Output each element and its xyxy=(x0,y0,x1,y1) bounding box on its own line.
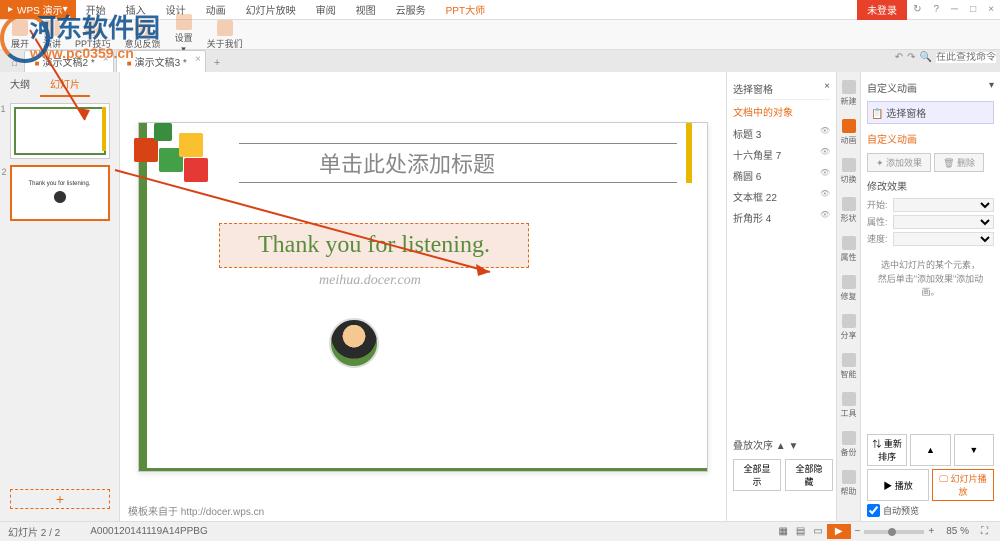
ribbon-tips[interactable]: PPT技巧 xyxy=(69,20,117,50)
undo-icon[interactable]: ↶ xyxy=(895,52,903,63)
slide-border xyxy=(139,468,707,471)
menu-tabs: 开始 插入 设计 动画 幻灯片放映 审阅 视图 云服务 PPT大师 xyxy=(76,0,495,20)
select-pane-title: 选择窗格 xyxy=(733,81,773,96)
thank-text: Thank you for listening. xyxy=(228,232,520,259)
avatar-image[interactable] xyxy=(329,318,379,368)
object-item[interactable]: 十六角星 7 xyxy=(733,144,830,165)
thumb-number: 2 xyxy=(2,167,7,177)
tab-view[interactable]: 视图 xyxy=(346,0,386,20)
tab-start[interactable]: 开始 xyxy=(76,0,116,20)
ribbon-feedback[interactable]: 意见反馈 xyxy=(119,20,167,50)
add-doctab-icon[interactable]: + xyxy=(208,54,226,72)
home-tab-icon[interactable]: ⌂ xyxy=(5,54,24,72)
subtitle-text[interactable]: meihua.docer.com xyxy=(319,273,421,289)
start-select[interactable] xyxy=(893,198,994,212)
tool-new[interactable]: 新建 xyxy=(840,80,858,107)
sorter-view-icon[interactable]: ▤ xyxy=(792,524,809,539)
tool-share[interactable]: 分享 xyxy=(840,314,858,341)
search-icon: 🔍 xyxy=(920,52,932,63)
tool-smart[interactable]: 智能 xyxy=(840,353,858,380)
slides-tab[interactable]: 幻灯片 xyxy=(40,72,90,97)
template-source-label: 模板来自于 http://docer.wps.cn xyxy=(128,503,264,518)
modify-effect-label: 修改效果 xyxy=(867,176,994,195)
slideshow-button[interactable]: 🖵 幻灯片播放 xyxy=(932,469,994,501)
template-id: A000120141119A14PPBG xyxy=(90,526,208,537)
ribbon-about[interactable]: 关于我们 xyxy=(201,20,249,50)
present-button[interactable]: ▶ xyxy=(827,524,851,539)
reading-view-icon[interactable]: ▭ xyxy=(809,524,826,539)
tool-repair[interactable]: 修复 xyxy=(840,275,858,302)
up-button[interactable]: ▲ xyxy=(910,434,950,466)
zoom-level[interactable]: 85 % xyxy=(946,526,969,537)
anim-panel-title: 自定义动画 xyxy=(867,80,917,95)
minimize-icon[interactable]: ─ xyxy=(945,1,964,18)
animation-hint: 选中幻灯片的某个元素，然后单击"添加效果"添加动画。 xyxy=(867,249,994,310)
doctab-2[interactable]: 演示文稿3 * xyxy=(116,50,206,72)
normal-view-icon[interactable]: ▦ xyxy=(774,524,791,539)
object-item[interactable]: 折角形 4 xyxy=(733,207,830,228)
sync-icon[interactable]: ↻ xyxy=(907,1,927,18)
gift-decoration xyxy=(124,108,244,188)
zoom-out-icon[interactable]: − xyxy=(851,524,865,539)
textbox-selected[interactable]: Thank you for listening. xyxy=(219,223,529,268)
add-slide-button[interactable]: + xyxy=(10,489,110,509)
tab-insert[interactable]: 插入 xyxy=(116,0,156,20)
property-select[interactable] xyxy=(893,215,994,229)
thumb-number: 1 xyxy=(1,104,6,114)
maximize-icon[interactable]: □ xyxy=(964,1,982,18)
slide-thumb-2[interactable]: 2 Thank you for listening. xyxy=(10,165,110,221)
doctab-1[interactable]: 演示文稿2 * xyxy=(24,50,114,72)
tab-animation[interactable]: 动画 xyxy=(196,0,236,20)
add-effect-button[interactable]: ✦ 添加效果 xyxy=(867,153,931,172)
close-pane-icon[interactable]: × xyxy=(824,81,830,96)
title-placeholder[interactable]: 单击此处添加标题 xyxy=(239,143,677,183)
tool-backup[interactable]: 备份 xyxy=(840,431,858,458)
show-all-button[interactable]: 全部显示 xyxy=(733,459,781,491)
speed-select[interactable] xyxy=(893,232,994,246)
object-item[interactable]: 标题 3 xyxy=(733,123,830,144)
fit-icon[interactable]: ⛶ xyxy=(977,524,992,539)
outline-tab[interactable]: 大纲 xyxy=(0,72,40,97)
app-menu-button[interactable]: WPS 演示 ▾ xyxy=(0,0,76,19)
tab-cloud[interactable]: 云服务 xyxy=(386,0,436,20)
tab-pptmaster[interactable]: PPT大师 xyxy=(436,0,495,20)
close-icon[interactable]: × xyxy=(982,1,1000,18)
avatar-icon xyxy=(54,191,66,203)
object-item[interactable]: 椭圆 6 xyxy=(733,165,830,186)
tool-tools[interactable]: 工具 xyxy=(840,392,858,419)
slide-thumb-1[interactable]: 1 xyxy=(10,103,110,159)
command-search-input[interactable] xyxy=(936,52,996,63)
tool-transition[interactable]: 切换 xyxy=(840,158,858,185)
down-button[interactable]: ▼ xyxy=(954,434,994,466)
tool-shape[interactable]: 形状 xyxy=(840,197,858,224)
ribbon-present[interactable]: 演讲 xyxy=(37,20,67,50)
tab-slideshow[interactable]: 幻灯片放映 xyxy=(236,0,306,20)
slide-accent xyxy=(686,123,692,183)
slide-canvas[interactable]: 单击此处添加标题 Thank you for listening. meihua… xyxy=(138,122,708,472)
tool-property[interactable]: 属性 xyxy=(840,236,858,263)
tool-animation[interactable]: 动画 xyxy=(840,119,858,146)
help-icon[interactable]: ? xyxy=(927,1,945,18)
zoom-in-icon[interactable]: + xyxy=(924,524,938,539)
ribbon-expand[interactable]: 展开 xyxy=(5,20,35,50)
zoom-slider[interactable] xyxy=(864,530,924,534)
redo-icon[interactable]: ↷ xyxy=(907,52,915,63)
login-button[interactable]: 未登录 xyxy=(857,0,907,20)
play-button[interactable]: ▶ 播放 xyxy=(867,469,929,501)
tab-review[interactable]: 审阅 xyxy=(306,0,346,20)
hide-all-button[interactable]: 全部隐藏 xyxy=(785,459,833,491)
object-item[interactable]: 文本框 22 xyxy=(733,186,830,207)
select-pane-link[interactable]: 📋 选择窗格 xyxy=(867,101,994,124)
tool-help[interactable]: 帮助 xyxy=(840,470,858,497)
autopreview-checkbox[interactable]: 自动预览 xyxy=(867,504,994,517)
custom-anim-section: 自定义动画 xyxy=(867,128,994,149)
objects-section-label: 文档中的对象 xyxy=(733,100,830,123)
ribbon-settings[interactable]: 设置▾ xyxy=(169,14,199,55)
remove-effect-button[interactable]: 🗑 删除 xyxy=(934,153,984,172)
reorder-button[interactable]: ⇅ 重新排序 xyxy=(867,434,907,466)
slide-counter: 幻灯片 2 / 2 xyxy=(8,524,60,539)
stacking-order-label: 叠放次序 ▲ ▼ xyxy=(733,434,833,455)
